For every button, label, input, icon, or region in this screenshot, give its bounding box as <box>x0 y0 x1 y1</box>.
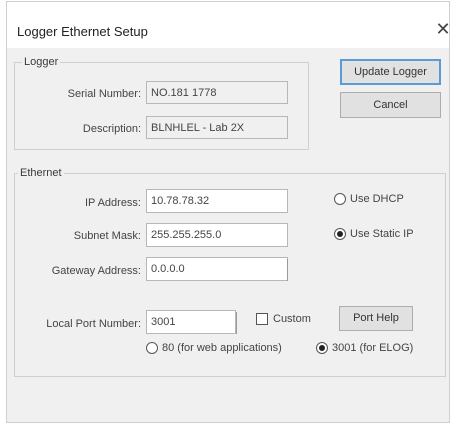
ip-address-label: IP Address: <box>84 197 141 209</box>
port-separator <box>236 312 237 334</box>
checkbox-icon <box>256 313 268 325</box>
subnet-mask-input[interactable]: 255.255.255.0 <box>146 223 288 247</box>
dialog-window: Logger Ethernet Setup ✕ Logger Serial Nu… <box>0 0 453 425</box>
port-3001-radio[interactable]: 3001 (for ELOG) <box>316 342 413 354</box>
custom-checkbox[interactable]: Custom <box>256 313 311 325</box>
local-port-label: Local Port Number: <box>46 318 141 330</box>
radio-icon <box>146 342 158 354</box>
use-dhcp-radio[interactable]: Use DHCP <box>334 193 404 205</box>
port-help-button[interactable]: Port Help <box>339 306 413 331</box>
ethernet-group-legend: Ethernet <box>18 167 64 179</box>
local-port-input[interactable]: 3001 <box>146 310 236 334</box>
custom-label: Custom <box>273 313 311 325</box>
radio-icon <box>334 193 346 205</box>
title-bar: Logger Ethernet Setup ✕ <box>7 2 451 48</box>
description-field: BLNHLEL - Lab 2X <box>146 116 288 139</box>
gateway-separator <box>287 259 288 281</box>
port-80-label: 80 (for web applications) <box>162 342 282 354</box>
use-static-ip-label: Use Static IP <box>350 228 414 240</box>
use-static-ip-radio[interactable]: Use Static IP <box>334 228 414 240</box>
ip-address-input[interactable]: 10.78.78.32 <box>146 189 288 213</box>
close-icon[interactable]: ✕ <box>432 18 453 40</box>
serial-number-field: NO.181 1778 <box>146 81 288 104</box>
window-title: Logger Ethernet Setup <box>17 24 148 39</box>
gateway-address-input[interactable]: 0.0.0.0 <box>146 257 288 281</box>
radio-icon <box>316 342 328 354</box>
cancel-button[interactable]: Cancel <box>340 92 441 118</box>
description-label: Description: <box>82 123 141 135</box>
gateway-address-label: Gateway Address: <box>51 265 141 277</box>
port-80-radio[interactable]: 80 (for web applications) <box>146 342 282 354</box>
radio-icon <box>334 228 346 240</box>
port-3001-label: 3001 (for ELOG) <box>332 342 414 354</box>
update-logger-button[interactable]: Update Logger <box>340 59 441 85</box>
subnet-mask-label: Subnet Mask: <box>73 230 141 242</box>
use-dhcp-label: Use DHCP <box>350 193 404 205</box>
logger-group-legend: Logger <box>22 56 61 68</box>
serial-number-label: Serial Number: <box>67 88 141 100</box>
